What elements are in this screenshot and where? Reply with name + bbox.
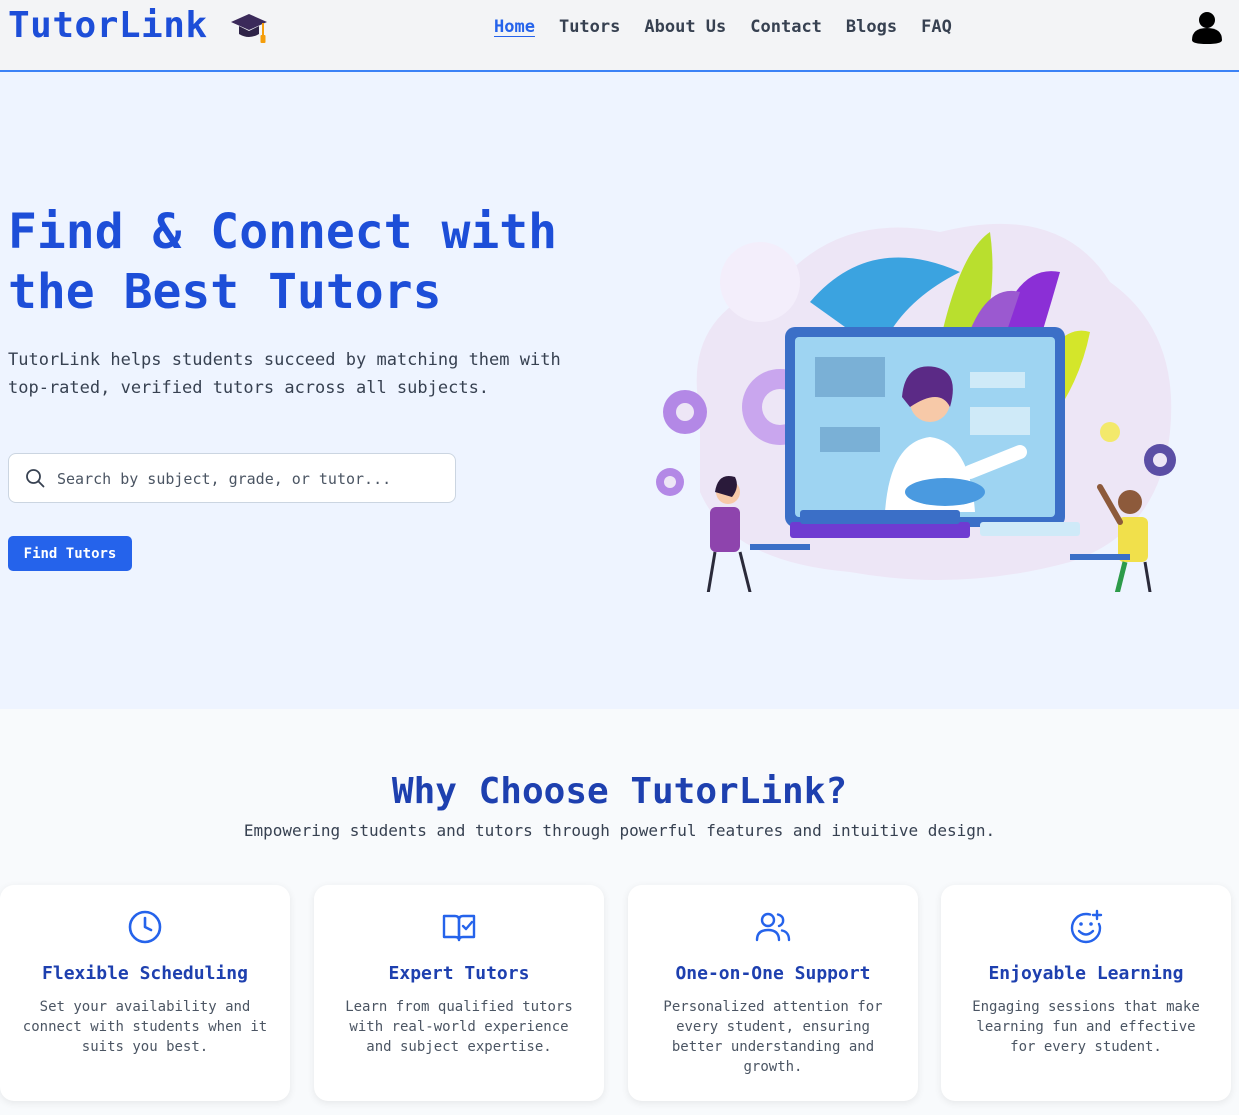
users-icon: [755, 912, 791, 942]
site-header: TutorLink Home Tutors About Us Contact B…: [0, 0, 1239, 72]
features-title: Why Choose TutorLink?: [391, 771, 848, 812]
hero-section: Find & Connect with the Best Tutors Tuto…: [0, 72, 1239, 709]
nav-about-us[interactable]: About Us: [644, 16, 726, 38]
find-tutors-button[interactable]: Find Tutors: [8, 536, 132, 571]
graduation-cap-icon: [231, 14, 267, 43]
main-nav: Home Tutors About Us Contact Blogs FAQ: [494, 16, 952, 38]
clock-icon: [128, 910, 162, 944]
book-check-icon: [442, 914, 476, 942]
card-description: Learn from qualified tutors with real-wo…: [345, 999, 573, 1055]
card-title: Expert Tutors: [388, 963, 530, 984]
nav-faq[interactable]: FAQ: [921, 16, 952, 38]
search-box: [8, 453, 456, 503]
card-description: Engaging sessions that make learning fun…: [972, 999, 1200, 1055]
nav-blogs[interactable]: Blogs: [846, 16, 897, 38]
features-section: Why Choose TutorLink? Empowering student…: [0, 709, 1239, 1115]
card-description: Personalized attention for every student…: [663, 999, 883, 1075]
tutoring-illustration: [656, 223, 1176, 592]
card-description: Set your availability and connect with s…: [22, 999, 268, 1055]
smile-plus-icon: [1070, 909, 1103, 944]
features-subtitle: Empowering students and tutors through p…: [243, 821, 996, 840]
feature-card-expert-tutors: Expert Tutors Learn from qualified tutor…: [314, 885, 604, 1101]
card-title: Enjoyable Learning: [988, 963, 1184, 984]
search-input[interactable]: [57, 466, 447, 492]
card-title: Flexible Scheduling: [42, 963, 248, 984]
feature-card-flexible-scheduling: Flexible Scheduling Set your availabilit…: [0, 885, 290, 1101]
card-title: One-on-One Support: [675, 963, 871, 984]
nav-home[interactable]: Home: [494, 16, 535, 38]
feature-card-one-on-one-support: One-on-One Support Personalized attentio…: [628, 885, 918, 1101]
nav-contact[interactable]: Contact: [750, 16, 822, 38]
search-icon: [26, 469, 45, 488]
nav-tutors[interactable]: Tutors: [559, 16, 620, 38]
feature-card-enjoyable-learning: Enjoyable Learning Engaging sessions tha…: [941, 885, 1231, 1101]
hero-subtitle: TutorLink helps students succeed by matc…: [8, 350, 561, 398]
hero-title: Find & Connect with the Best Tutors: [8, 204, 558, 320]
user-avatar-icon[interactable]: [1190, 10, 1224, 44]
site-logo[interactable]: TutorLink: [8, 5, 208, 46]
